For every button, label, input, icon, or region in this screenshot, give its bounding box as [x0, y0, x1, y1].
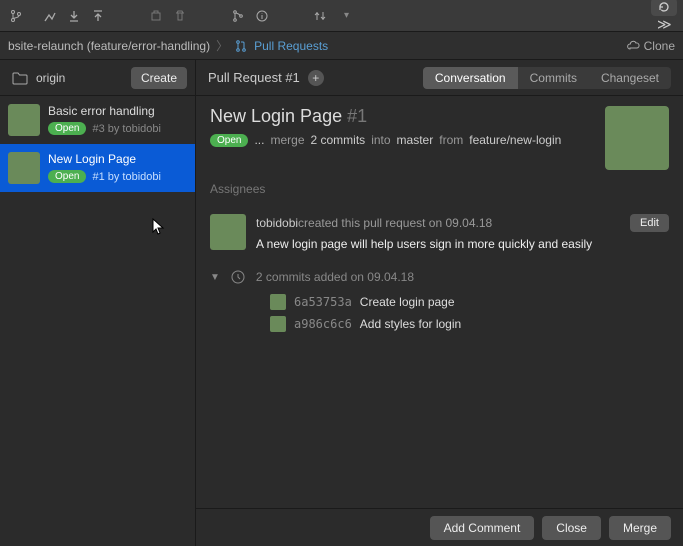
- event-text: created this pull request on 09.04.18: [298, 216, 492, 230]
- open-badge: Open: [210, 134, 248, 147]
- main-panel: Pull Request #1 + Conversation Commits C…: [196, 60, 683, 546]
- avatar: [270, 294, 286, 310]
- add-icon[interactable]: +: [308, 70, 324, 86]
- avatar: [8, 104, 40, 136]
- tab-commits[interactable]: Commits: [518, 67, 589, 89]
- remote-name[interactable]: origin: [36, 71, 123, 85]
- info-icon[interactable]: [252, 7, 272, 25]
- cloud-icon: [626, 39, 640, 53]
- event-description: A new login page will help users sign in…: [256, 237, 669, 251]
- commit-hash: 6a53753a: [294, 295, 352, 309]
- push-up-icon[interactable]: [88, 7, 108, 25]
- commit-message: Create login page: [360, 295, 455, 309]
- assignees-label[interactable]: Assignees: [196, 182, 683, 206]
- clone-button[interactable]: Clone: [626, 39, 675, 53]
- chevron-down-icon[interactable]: ▾: [344, 10, 349, 21]
- merge-line: Open ... merge 2 commits into master fro…: [210, 133, 593, 147]
- commit-row[interactable]: 6a53753a Create login page: [210, 291, 669, 313]
- pr-item-title: New Login Page: [48, 152, 161, 166]
- avatar: [270, 316, 286, 332]
- branch-icon[interactable]: [6, 7, 26, 25]
- avatar: [8, 152, 40, 184]
- create-button[interactable]: Create: [131, 67, 187, 89]
- avatar: [210, 214, 246, 250]
- tab-conversation[interactable]: Conversation: [423, 67, 518, 89]
- commit-row[interactable]: a986c6c6 Add styles for login: [210, 313, 669, 335]
- open-badge: Open: [48, 122, 86, 135]
- pr-item-sub: #1 by tobidobi: [92, 171, 161, 183]
- close-button[interactable]: Close: [542, 516, 601, 540]
- chevron-right-icon: 〉: [216, 37, 228, 54]
- refresh-icon[interactable]: [651, 0, 677, 16]
- commit-hash: a986c6c6: [294, 317, 352, 331]
- chart-icon[interactable]: [40, 7, 60, 25]
- tab-row: Conversation Commits Changeset: [423, 67, 671, 89]
- disclosure-triangle-icon[interactable]: ▼: [210, 272, 220, 283]
- pr-header-title: Pull Request #1: [208, 70, 300, 85]
- stash-icon[interactable]: [146, 7, 166, 25]
- pr-item-sub: #3 by tobidobi: [92, 123, 161, 135]
- clock-icon: [230, 269, 246, 285]
- overflow-icon[interactable]: ≫: [657, 16, 672, 32]
- pr-item-title: Basic error handling: [48, 104, 161, 118]
- pr-list-item[interactable]: New Login Page Open #1 by tobidobi: [0, 144, 195, 192]
- event-user: tobidobi: [256, 216, 298, 230]
- pull-request-icon: [234, 39, 248, 53]
- commit-message: Add styles for login: [360, 317, 461, 331]
- breadcrumb-section[interactable]: Pull Requests: [254, 39, 328, 53]
- commits-header-text: 2 commits added on 09.04.18: [256, 270, 414, 284]
- event-row: tobidobi created this pull request on 09…: [196, 206, 683, 263]
- merge-icon[interactable]: [228, 7, 248, 25]
- toolbar-right: ≫: [651, 0, 677, 33]
- trash-icon[interactable]: [170, 7, 190, 25]
- compare-icon[interactable]: [310, 7, 330, 25]
- footer: Add Comment Close Merge: [196, 508, 683, 546]
- add-comment-button[interactable]: Add Comment: [430, 516, 535, 540]
- avatar: [605, 106, 669, 170]
- breadcrumb: bsite-relaunch (feature/error-handling) …: [0, 32, 683, 60]
- pr-title: New Login Page #1: [210, 106, 593, 127]
- top-toolbar: ▾ ≫: [0, 0, 683, 32]
- folder-icon: [12, 71, 28, 85]
- open-badge: Open: [48, 170, 86, 183]
- tab-changeset[interactable]: Changeset: [589, 67, 671, 89]
- merge-button[interactable]: Merge: [609, 516, 671, 540]
- repo-name[interactable]: bsite-relaunch (feature/error-handling): [8, 39, 210, 53]
- pr-list-item[interactable]: Basic error handling Open #3 by tobidobi: [0, 96, 195, 144]
- pull-down-icon[interactable]: [64, 7, 84, 25]
- sidebar: origin Create Basic error handling Open …: [0, 60, 196, 546]
- edit-button[interactable]: Edit: [630, 214, 669, 232]
